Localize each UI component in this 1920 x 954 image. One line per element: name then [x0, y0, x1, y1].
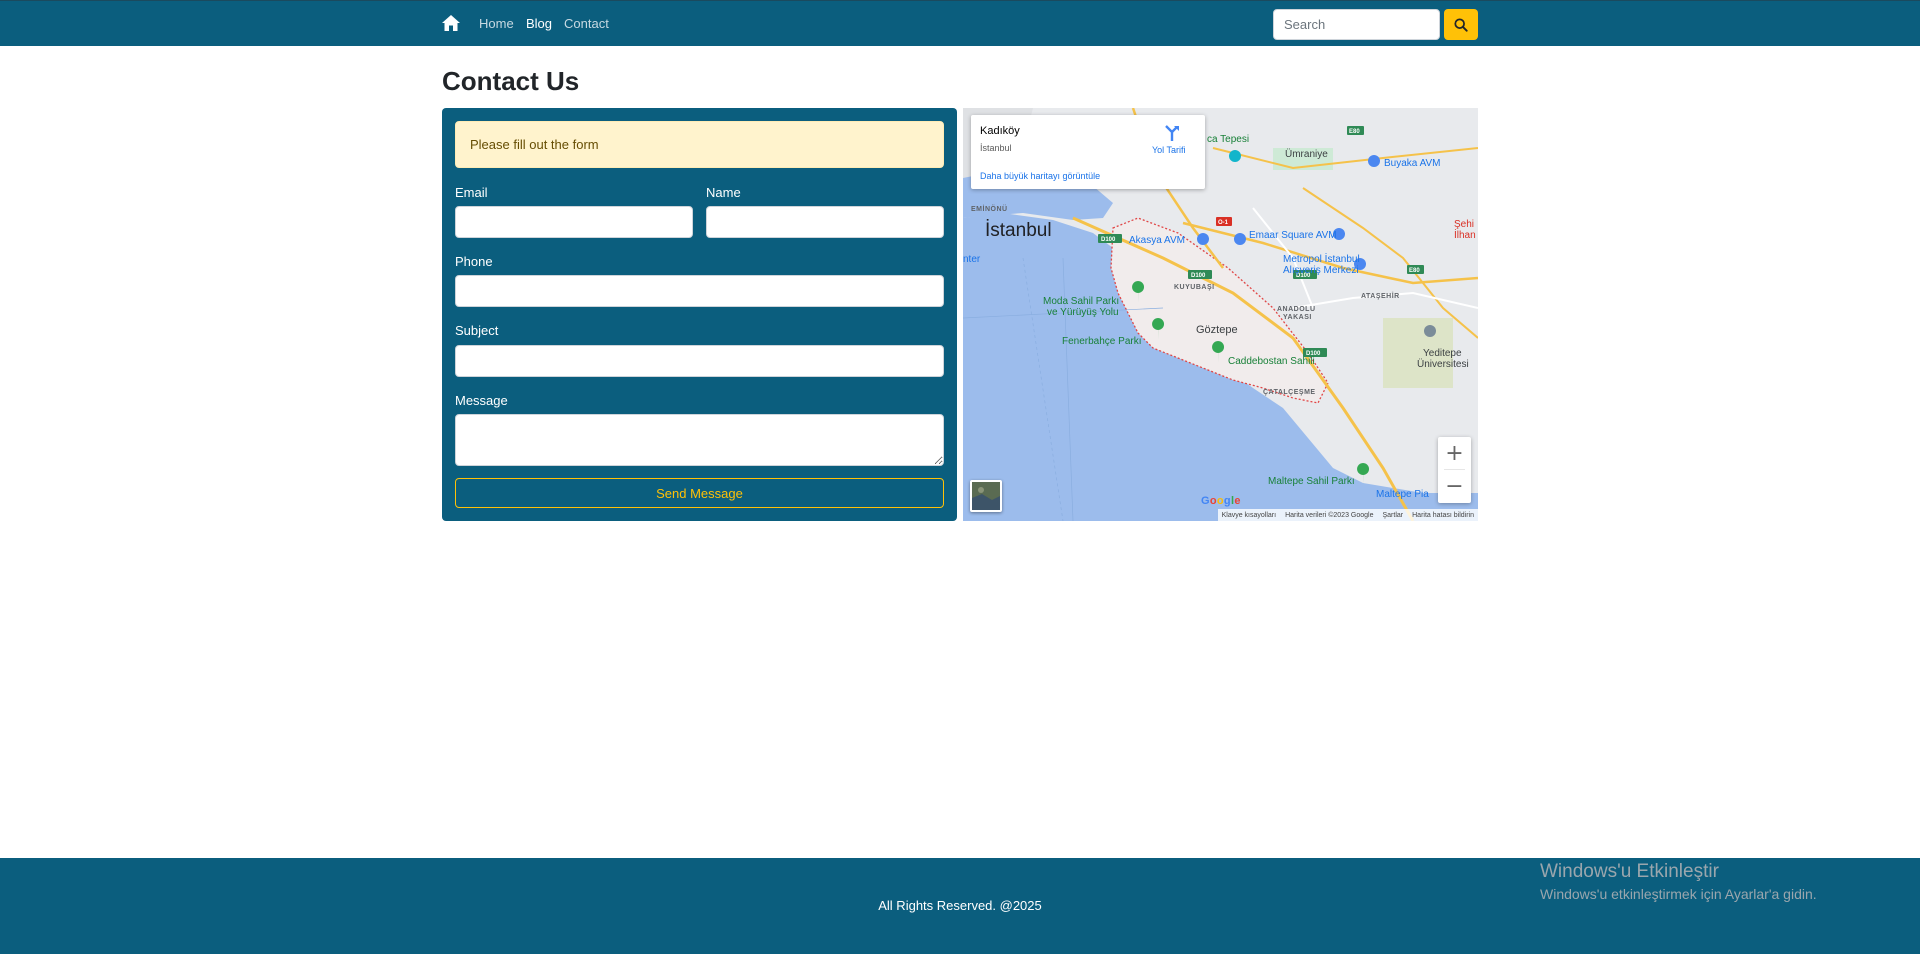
search-input[interactable] [1273, 9, 1440, 40]
message-label: Message [455, 393, 508, 408]
directions-icon[interactable] [1162, 124, 1182, 142]
map-label-yeditepe-1: Yeditepe [1423, 348, 1462, 359]
map-label-atasehir: ATAŞEHİR [1361, 293, 1400, 300]
email-field[interactable] [455, 206, 693, 238]
map-label-kuyubasi: KUYUBAŞI [1174, 284, 1215, 291]
contact-form: Please fill out the form Email Name Phon… [442, 108, 957, 521]
keyboard-shortcuts-link[interactable]: Klavye kısayolları [1222, 512, 1276, 519]
page-title: Contact Us [442, 66, 580, 96]
map-label-fenerbahce: Fenerbahçe Parkı [1062, 336, 1142, 347]
message-field[interactable] [455, 414, 944, 466]
search-button[interactable] [1444, 9, 1478, 40]
map-label-goztepe: Göztepe [1196, 324, 1238, 336]
map-attribution: Klavye kısayolları Harita verileri ©2023… [1217, 509, 1478, 521]
map-label-maltepe-pia: Maltepe Pia [1376, 489, 1429, 500]
subject-field[interactable] [455, 345, 944, 377]
map-data-text: Harita verileri ©2023 Google [1285, 511, 1374, 519]
nav-link-contact[interactable]: Contact [564, 16, 609, 31]
satellite-toggle[interactable] [970, 480, 1002, 512]
search-icon [1454, 17, 1468, 32]
map-label-metropol-1: Metropol İstanbul [1283, 254, 1360, 265]
google-logo: Google [1201, 495, 1241, 507]
map-label-catalcesme: ÇATALÇEŞME [1263, 389, 1316, 396]
navbar-container: Home Blog Contact [441, 1, 1478, 47]
map-label-sehir-1: Şehi [1454, 219, 1475, 230]
zoom-controls: + − [1438, 437, 1471, 503]
svg-text:E80: E80 [1349, 129, 1360, 135]
name-label: Name [706, 185, 741, 200]
terms-link[interactable]: Şartlar [1383, 512, 1404, 519]
phone-field[interactable] [455, 275, 944, 307]
directions-link[interactable]: Yol Tarifi [1152, 145, 1186, 155]
map-label-anadolu-2: YAKASI [1283, 314, 1312, 321]
map-label-emaar: Emaar Square AVM [1249, 230, 1337, 241]
svg-text:E80: E80 [1409, 268, 1420, 274]
svg-text:D100: D100 [1191, 273, 1206, 279]
map-label-umraniye: Ümraniye [1285, 149, 1328, 160]
email-label: Email [455, 185, 488, 200]
map-label-maltepe-sahil: Maltepe Sahil Parkı [1268, 476, 1355, 487]
satellite-thumbnail-icon [972, 482, 1000, 510]
navbar: Home Blog Contact [0, 0, 1920, 46]
svg-text:O-1: O-1 [1218, 220, 1229, 226]
nav-link-home[interactable]: Home [479, 16, 514, 31]
map-label-istanbul: İstanbul [985, 220, 1052, 241]
larger-map-link[interactable]: Daha büyük haritayı görüntüle [980, 171, 1100, 181]
windows-activation-subtitle: Windows'u etkinleştirmek için Ayarlar'a … [1540, 886, 1817, 902]
map-label-metropol-2: Alışveriş Merkezi [1283, 265, 1359, 276]
map-label-caddebostan: Caddebostan Sahili [1228, 356, 1315, 367]
place-title: Kadıköy [980, 125, 1020, 137]
map-embed[interactable]: D100 O-1 D100 D100 D100 E80 E80 İstanbul… [963, 108, 1478, 521]
name-field[interactable] [706, 206, 944, 238]
send-message-button[interactable]: Send Message [455, 478, 944, 508]
zoom-out-button[interactable]: − [1438, 470, 1471, 503]
map-label-moda-1: Moda Sahil Parkı [1043, 296, 1120, 307]
zoom-in-button[interactable]: + [1438, 437, 1471, 470]
svg-text:D100: D100 [1101, 237, 1116, 243]
subject-label: Subject [455, 323, 499, 338]
map-label-akasya: Akasya AVM [1129, 235, 1185, 246]
windows-activation-title: Windows'u Etkinleştir [1540, 861, 1719, 882]
form-alert: Please fill out the form [455, 121, 944, 168]
map-label-buyaka: Buyaka AVM [1384, 158, 1441, 169]
map-label-anadolu-1: ANADOLU [1277, 306, 1316, 313]
map-label-sehir-2: İlhan [1454, 230, 1476, 241]
phone-label: Phone [455, 254, 493, 269]
map-label-camlica: ca Tepesi [1207, 134, 1250, 145]
home-icon[interactable] [441, 13, 461, 33]
map-label-moda-2: ve Yürüyüş Yolu [1047, 307, 1119, 318]
nav-link-blog[interactable]: Blog [526, 16, 552, 31]
map-label-eminonu: EMİNÖNÜ [971, 206, 1008, 213]
place-subtitle: İstanbul [980, 143, 1012, 153]
map-label-yeditepe-2: Üniversitesi [1417, 359, 1469, 370]
map-label-nter: nter [963, 254, 981, 265]
report-error-link[interactable]: Harita hatası bildirin [1412, 512, 1474, 519]
map-place-card: Kadıköy İstanbul Daha büyük haritayı gör… [971, 115, 1205, 189]
